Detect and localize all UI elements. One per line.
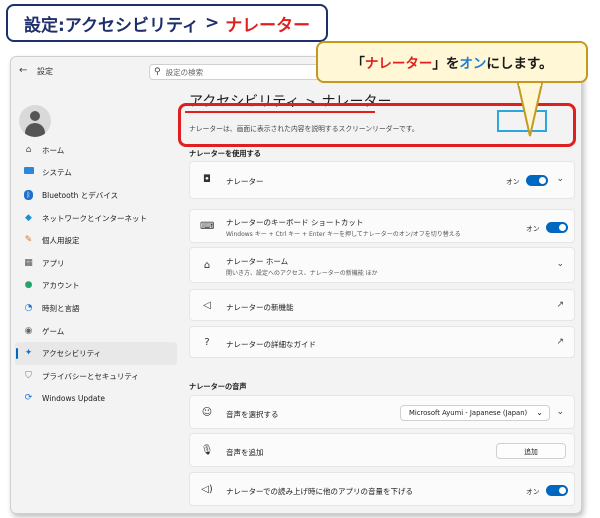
home-outline-icon: ⌂ [203,260,211,271]
back-arrow-icon[interactable]: ← [19,65,31,77]
time-language-icon: ◔ [24,302,33,313]
sidebar-item-windows-update[interactable]: ⟳ Windows Update [15,388,177,411]
sidebar-item-home[interactable]: ⌂ ホーム [15,139,177,162]
narrator-guide-label: ナレーターの詳細なガイド [226,340,316,349]
voice-select-value: Microsoft Ayumi - Japanese (Japan) [409,409,528,417]
home-icon: ⌂ [25,144,32,155]
speaker-icon: ◁) [201,484,213,495]
keyboard-icon: ⌨ [200,221,215,232]
callout-pointer [517,83,543,137]
chevron-down-icon[interactable]: ⌄ [556,259,564,269]
shortcut-description: Windows キー + Ctrl キー + Enter キーを押してナレーター… [226,231,461,238]
search-placeholder: 設定の検索 [165,67,204,77]
game-icon: ◉ [24,325,33,336]
system-icon [23,167,34,178]
bluetooth-icon: ᛒ [23,189,34,201]
callout-narrator: ナレーター [364,56,433,72]
search-icon: ⚲ [154,67,161,77]
sidebar-item-account[interactable]: ● アカウント [15,275,177,298]
update-icon: ⟳ [24,393,33,404]
main-content: アクセシビリティ > ナレーター ナレーターは、画面に表示された内容を説明するスクリ… [185,85,579,513]
shortcut-card: ⌨ ナレーターのキーボード ショートカット Windows キー + Ctrl … [189,209,575,243]
chevron-down-icon[interactable]: ⌄ [556,174,564,184]
microphone-icon: 🎙 [200,445,214,456]
chevron-down-icon: ⌄ [536,408,543,417]
callout-quote-open: 「 [351,56,365,72]
privacy-icon: ⛉ [25,370,32,381]
sidebar: ⌂ ホーム システム ᛒ Bluetooth とデバイス ◆ ネットワークとイン… [11,85,181,513]
instruction-banner: 設定:アクセシビリティ > ナレーター [6,4,329,42]
network-icon: ◆ [25,212,32,223]
callout-quote-close: 」 [432,56,446,72]
lower-volume-label: ナレーターでの読み上げ時に他のアプリの音量を下げる [226,487,414,496]
sidebar-item-bluetooth[interactable]: ᛒ Bluetooth とデバイス [15,184,177,207]
sidebar-item-privacy[interactable]: ⛉ プライバシーとセキュリティ [15,365,177,388]
callout-rest: にします。 [486,56,553,72]
sidebar-item-network[interactable]: ◆ ネットワークとインターネット [15,207,177,230]
chevron-down-icon[interactable]: ⌄ [556,407,564,417]
lower-volume-toggle[interactable] [546,485,568,496]
callout-box: 「ナレーター」をオン にします。 [316,41,588,83]
narrator-icon: ◘ [203,174,211,185]
apps-icon: ▦ [24,257,33,268]
external-link-icon: ↗ [556,337,564,347]
narrator-card[interactable]: ◘ ナレーター オン ⌄ [189,161,575,199]
callout-on: オン [459,56,487,72]
voice-select-label: 音声を選択する [226,410,279,419]
help-icon: ? [204,337,210,348]
megaphone-icon: ◁ [203,300,211,311]
narrator-toggle[interactable] [526,175,548,186]
voice-add-card: 🎙 音声を追加 追加 [189,433,575,467]
voice-select-card: ☺ 音声を選択する Microsoft Ayumi - Japanese (Ja… [189,395,575,429]
voice-add-label: 音声を追加 [226,448,264,457]
narrator-new-features-card[interactable]: ◁ ナレーターの新機能 ↗ [189,289,575,321]
person-voice-icon: ☺ [201,407,213,418]
shortcut-toggle-state: オン [526,225,540,233]
narrator-label: ナレーター [226,177,264,186]
avatar[interactable] [19,105,51,137]
lower-volume-toggle-state: オン [526,488,540,496]
narrator-toggle-state: オン [506,178,520,186]
banner-narrator-text: ナレーター [225,15,311,36]
account-icon: ● [24,280,33,291]
section-title-use-narrator: ナレーターを使用する [189,149,261,158]
callout-wo: を [445,56,460,72]
narrator-guide-card[interactable]: ? ナレーターの詳細なガイド ↗ [189,326,575,358]
sidebar-item-system[interactable]: システム [15,162,177,185]
personalize-icon: ✎ [24,235,33,246]
search-input[interactable]: ⚲ 設定の検索 [149,64,339,80]
section-title-narrator-voice: ナレーターの音声 [189,382,247,391]
sidebar-nav: ⌂ ホーム システム ᛒ Bluetooth とデバイス ◆ ネットワークとイン… [15,139,177,410]
narrator-home-card[interactable]: ⌂ ナレーター ホーム 開いき方、設定へのアクセス、ナレーターの新機能 ほか ⌄ [189,247,575,283]
narrator-home-description: 開いき方、設定へのアクセス、ナレーターの新機能 ほか [226,270,378,277]
sidebar-item-accessibility[interactable]: ✦ アクセシビリティ [15,342,177,365]
narrator-home-label: ナレーター ホーム [226,257,289,266]
lower-volume-card: ◁) ナレーターでの読み上げ時に他のアプリの音量を下げる オン [189,472,575,506]
banner-arrow: > [204,13,220,33]
sidebar-item-game[interactable]: ◉ ゲーム [15,320,177,343]
sidebar-item-personalize[interactable]: ✎ 個人用設定 [15,229,177,252]
shortcut-label: ナレーターのキーボード ショートカット [226,218,364,227]
external-link-icon: ↗ [556,300,564,310]
accessibility-icon: ✦ [24,348,33,359]
shortcut-toggle[interactable] [546,222,568,233]
banner-settings-text: 設定:アクセシビリティ [24,15,199,36]
sidebar-item-time-language[interactable]: ◔ 時刻と言語 [15,297,177,320]
sidebar-item-apps[interactable]: ▦ アプリ [15,252,177,275]
voice-add-button[interactable]: 追加 [496,443,566,459]
voice-select-dropdown[interactable]: Microsoft Ayumi - Japanese (Japan) ⌄ [400,405,550,421]
window-title: 設定 [37,67,53,76]
narrator-new-features-label: ナレーターの新機能 [226,303,294,312]
